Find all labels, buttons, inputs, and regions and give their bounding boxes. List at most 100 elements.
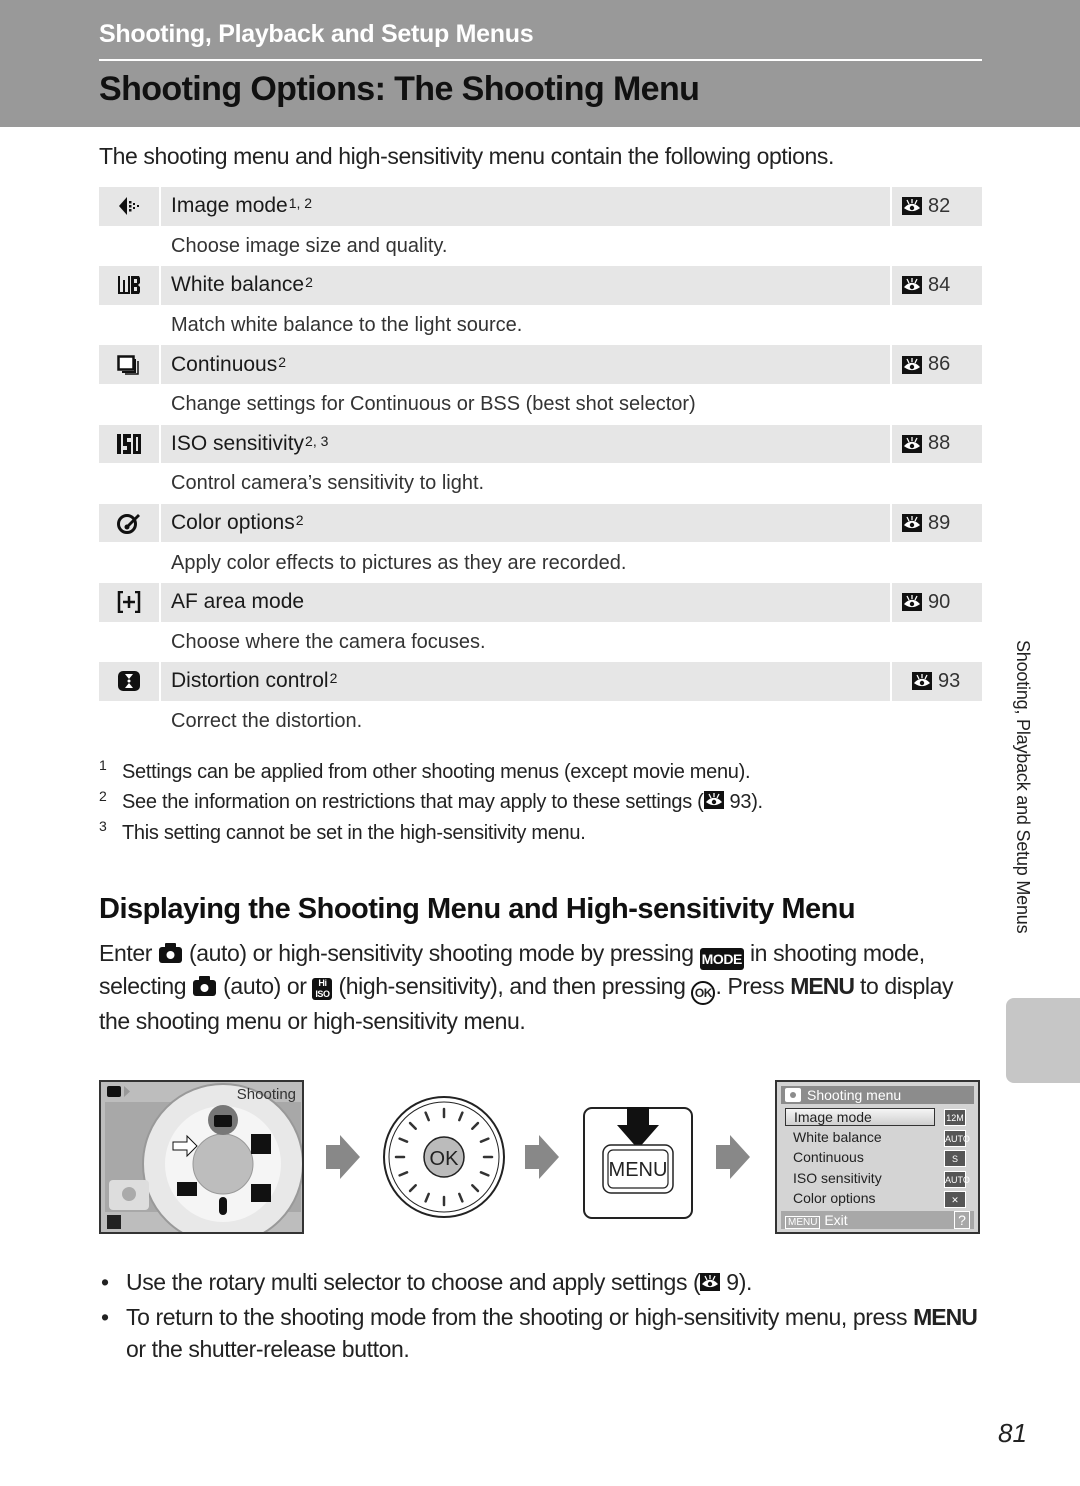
ok-label: OK — [430, 1148, 460, 1170]
page-title: Shooting Options: The Shooting Menu — [99, 70, 700, 108]
screen-menu-item[interactable]: White balance — [793, 1129, 882, 1145]
menu-button-glyph: MENU — [790, 973, 855, 999]
chapter-tab[interactable] — [1006, 998, 1080, 1083]
option-description: Choose where the camera focuses. — [171, 630, 486, 653]
bullet-list: Use the rotary multi selector to choose … — [99, 1266, 979, 1368]
mode-dial-graphic — [105, 1083, 302, 1232]
flow-arrow-icon — [716, 1135, 750, 1179]
page-reference[interactable]: 90 — [892, 583, 982, 622]
screen-item-value: 12M — [944, 1109, 966, 1126]
high-sensitivity-icon: Hi ISO — [312, 978, 333, 1000]
option-description: Control camera’s sensitivity to light. — [171, 472, 485, 495]
footnote-marker: 2 — [295, 512, 304, 529]
distortion-control-icon — [99, 662, 161, 701]
iso-icon — [99, 424, 161, 464]
footnote-marker: 2 — [278, 353, 287, 370]
screen-menu-item[interactable]: Image mode — [785, 1108, 935, 1126]
text: (auto) or high-sensitivity shooting mode… — [182, 940, 700, 966]
footnote-number: 3 — [99, 818, 107, 834]
option-name: Continuous 2 — [161, 345, 892, 384]
intro-text: The shooting menu and high-sensitivity m… — [99, 143, 834, 169]
page-reference[interactable]: 82 — [892, 187, 982, 226]
page-reference-icon — [902, 355, 922, 374]
page-number-ref: 89 — [928, 511, 951, 534]
screen-item-value: ✕ — [944, 1191, 966, 1208]
text: (high-sensitivity), and then pressing — [332, 973, 692, 999]
af-area-icon — [99, 582, 161, 622]
option-row: Continuous 2 86 — [99, 345, 982, 385]
screen-menu-item[interactable]: Continuous — [793, 1149, 864, 1165]
camera-icon — [785, 1088, 801, 1102]
footnote-text: See the information on restrictions that… — [122, 791, 763, 814]
option-label: White balance — [171, 273, 305, 297]
page-number-ref: 86 — [928, 353, 951, 376]
footnote: 1 Settings can be applied from other sho… — [99, 757, 969, 788]
page-reference[interactable]: 84 — [892, 266, 982, 305]
page-reference[interactable]: 88 — [892, 425, 982, 464]
screen-item-value: AUTO — [944, 1171, 970, 1188]
flow-arrow-icon — [326, 1135, 360, 1179]
screen-menu-item[interactable]: Color options — [793, 1190, 876, 1206]
footnote-text-part: ). — [751, 791, 763, 814]
help-icon: ? — [954, 1211, 970, 1229]
bullet-item: Use the rotary multi selector to choose … — [99, 1266, 979, 1298]
page-number-ref: 88 — [928, 432, 951, 455]
text: . Press — [715, 973, 791, 999]
image-mode-icon — [99, 187, 161, 226]
page-reference[interactable]: 93 — [892, 662, 982, 701]
page-reference-icon — [902, 197, 922, 216]
text: Enter — [99, 940, 158, 966]
page-number-ref: 93 — [938, 669, 961, 692]
menu-button-glyph: MENU — [913, 1304, 978, 1330]
footnote-text-part: See the information on restrictions that… — [122, 791, 704, 814]
text: To return to the shooting mode from the … — [126, 1304, 914, 1330]
footnote-marker: 1, 2 — [288, 195, 313, 212]
section-label: Shooting, Playback and Setup Menus — [99, 20, 534, 48]
option-description: Match white balance to the light source. — [171, 314, 523, 337]
bullet-item: To return to the shooting mode from the … — [99, 1301, 979, 1365]
page-ref[interactable]: 9 — [726, 1269, 739, 1295]
header-divider — [99, 59, 982, 61]
text: or the shutter-release button. — [126, 1336, 410, 1362]
option-name: Image mode 1, 2 — [161, 187, 892, 226]
rotary-multi-selector[interactable]: OK — [382, 1095, 506, 1219]
option-row: Image mode 1, 2 82 — [99, 187, 982, 227]
page-reference[interactable]: 86 — [892, 345, 982, 384]
screen-menu-key: MENU — [785, 1216, 821, 1229]
screen-item-value: S — [944, 1150, 966, 1167]
page-reference[interactable]: 89 — [892, 504, 982, 543]
option-row: Distortion control 2 93 — [99, 662, 982, 702]
footnote-text: Settings can be applied from other shoot… — [122, 760, 751, 783]
page-reference-icon — [902, 593, 922, 612]
footnote-text: This setting cannot be set in the high-s… — [122, 821, 586, 844]
footnote-page-ref[interactable]: 93 — [730, 791, 752, 813]
mode-button-icon: MODE — [699, 948, 744, 970]
footnote: 3 This setting cannot be set in the high… — [99, 818, 969, 849]
option-row: White balance 2 84 — [99, 266, 982, 306]
instruction-paragraph: Enter (auto) or high-sensitivity shootin… — [99, 937, 989, 1038]
option-name: AF area mode — [161, 582, 892, 622]
option-row: Color options 2 89 — [99, 503, 982, 544]
footnotes: 1 Settings can be applied from other sho… — [99, 757, 969, 849]
option-label: AF area mode — [171, 590, 305, 614]
page-reference-icon — [902, 434, 922, 453]
page-reference-icon — [912, 672, 932, 691]
screen-menu-item[interactable]: ISO sensitivity — [793, 1170, 882, 1186]
footnote-marker: 2 — [305, 274, 313, 291]
footnote: 2 See the information on restrictions th… — [99, 788, 969, 819]
screen-exit-label: Exit — [824, 1212, 848, 1228]
page-reference-icon — [902, 276, 922, 295]
ok-button-icon: OK — [691, 981, 716, 1005]
option-row: ISO sensitivity 2, 3 88 — [99, 424, 982, 465]
option-description: Choose image size and quality. — [171, 234, 448, 257]
text: (auto) or — [217, 973, 313, 999]
color-options-icon — [99, 503, 161, 543]
option-row: AF area mode 90 — [99, 582, 982, 623]
shooting-menu-screen: Shooting menu Image mode 12M White balan… — [775, 1080, 980, 1234]
text: Use the rotary multi selector to choose … — [126, 1269, 701, 1295]
option-label: Image mode — [171, 194, 288, 218]
screen-title-bar: Shooting menu — [781, 1086, 974, 1104]
flow-arrow-icon — [525, 1135, 559, 1179]
page-number-ref: 82 — [928, 194, 951, 217]
footnote-number: 2 — [99, 787, 107, 804]
